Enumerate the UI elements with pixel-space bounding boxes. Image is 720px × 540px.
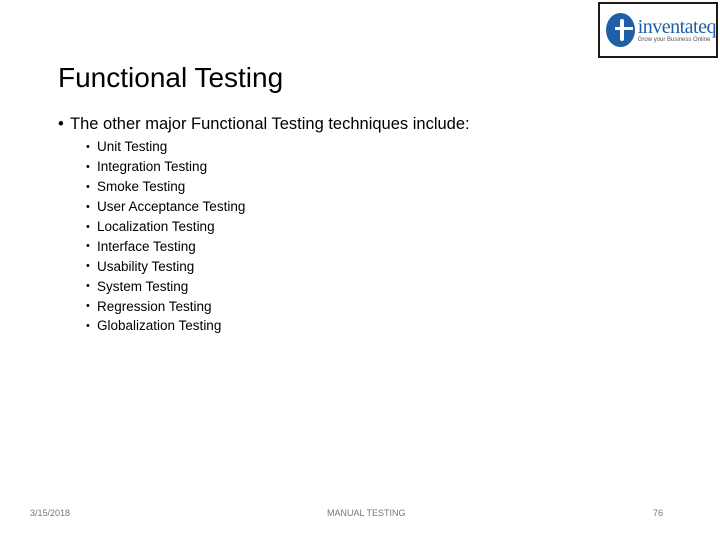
page-number: 76 — [653, 508, 664, 518]
list-item: • Localization Testing — [86, 217, 245, 237]
list-item: • Unit Testing — [86, 137, 245, 157]
list-item-label: Usability Testing — [97, 258, 195, 274]
list-item-label: Regression Testing — [97, 298, 212, 314]
footer-title: MANUAL TESTING — [327, 508, 406, 518]
bullet-icon: • — [58, 115, 64, 133]
bullet-icon: • — [86, 280, 90, 293]
logo-icon — [606, 13, 635, 47]
list-item-label: Localization Testing — [97, 219, 215, 234]
list-item-label: Globalization Testing — [97, 318, 222, 334]
bullet-icon: • — [86, 260, 90, 273]
bullet-icon: • — [86, 300, 90, 313]
list-item: • Regression Testing — [86, 296, 245, 316]
list-item: • Integration Testing — [86, 157, 245, 177]
list-item: • Globalization Testing — [86, 316, 245, 336]
bullet-icon: • — [86, 160, 90, 173]
footer-date: 3/15/2018 — [30, 508, 71, 518]
bullet-icon: • — [86, 140, 90, 153]
list-item: • System Testing — [86, 276, 245, 296]
logo-tagline: Grow your Business Online — [637, 36, 711, 43]
list-item: • User Acceptance Testing — [86, 197, 245, 217]
company-logo: inventateq Grow your Business Online — [598, 2, 718, 58]
list-item-label: User Acceptance Testing — [97, 199, 246, 215]
list-item: • Usability Testing — [86, 256, 245, 276]
bullet-icon: • — [86, 180, 90, 193]
list-item-label: Smoke Testing — [97, 179, 186, 195]
technique-list: • Unit Testing • Integration Testing • Smoke … — [86, 137, 245, 336]
slide-title: Functional Testing — [58, 62, 284, 93]
logo-brand: inventateq — [637, 15, 717, 38]
list-item-label: Integration Testing — [97, 159, 208, 175]
bullet-icon: • — [86, 319, 90, 332]
list-item: • Smoke Testing — [86, 177, 245, 197]
intro-text: The other major Functional Testing techn… — [70, 115, 470, 133]
intro-bullet: • The other major Functional Testing tec… — [58, 115, 470, 134]
list-item: • Interface Testing — [86, 236, 245, 256]
list-item-label: System Testing — [97, 278, 189, 294]
bullet-icon: • — [86, 240, 90, 253]
list-item-label: Interface Testing — [97, 238, 196, 254]
bullet-icon: • — [86, 200, 90, 213]
bullet-icon: • — [86, 220, 90, 233]
list-item-label: Unit Testing — [97, 139, 168, 155]
